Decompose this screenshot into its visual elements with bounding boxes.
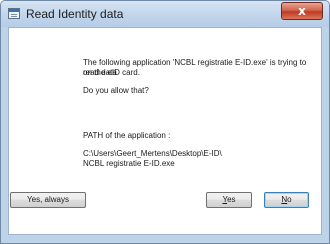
- path-line-1: C:\Users\Geert_Mertens\Desktop\E-ID\: [83, 149, 222, 158]
- no-label-rest: o: [287, 195, 292, 204]
- title-bar[interactable]: Read Identity data x: [1, 1, 329, 27]
- message-line-2: on the eID card.: [83, 68, 140, 77]
- close-icon: x: [298, 4, 306, 18]
- window-app-icon: [8, 8, 20, 19]
- yes-always-button[interactable]: Yes, always: [10, 192, 86, 208]
- no-button[interactable]: No: [264, 192, 309, 208]
- close-button[interactable]: x: [281, 2, 323, 20]
- dialog-content: The following application 'NCBL registra…: [8, 27, 322, 235]
- yes-button[interactable]: Yes: [206, 192, 252, 208]
- question-text: Do you allow that?: [83, 86, 149, 95]
- read-identity-dialog: Read Identity data x The following appli…: [0, 0, 330, 244]
- window-title: Read Identity data: [26, 7, 124, 21]
- path-label: PATH of the application :: [83, 131, 171, 140]
- yes-label-rest: es: [227, 195, 236, 204]
- path-line-2: NCBL registratie E-ID.exe: [83, 159, 175, 168]
- yes-always-label: Yes, always: [27, 195, 69, 204]
